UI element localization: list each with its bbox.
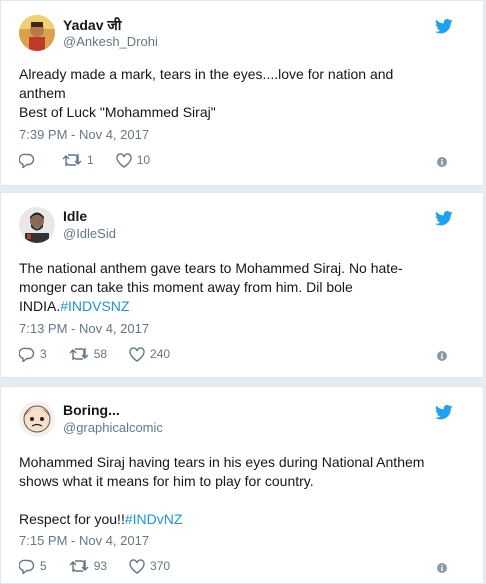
- tweet-card[interactable]: Boring... @graphicalcomic Mohammed Siraj…: [0, 386, 484, 584]
- user-handle[interactable]: @graphicalcomic: [63, 420, 163, 435]
- avatar[interactable]: [19, 207, 55, 243]
- tweet-card[interactable]: Yadav जी @Ankesh_Drohi Already made a ma…: [0, 0, 484, 186]
- hashtag-link[interactable]: #INDvNZ: [125, 511, 183, 527]
- tweet-text-fragment: Respect for you!!: [19, 511, 125, 527]
- twitter-bird-icon[interactable]: [435, 19, 453, 34]
- tweet-text-line: shows what it means for him to play for …: [19, 473, 314, 489]
- user-name[interactable]: Boring...: [63, 402, 120, 418]
- user-name[interactable]: Idle: [63, 208, 87, 224]
- reply-count: 3: [40, 347, 47, 361]
- retweet-icon: [69, 560, 89, 572]
- tweet-text-fragment: INDIA.: [19, 298, 61, 314]
- like-icon: [115, 152, 132, 168]
- reply-button[interactable]: 3: [19, 347, 47, 362]
- retweet-icon: [69, 348, 89, 360]
- reply-icon: [19, 559, 35, 574]
- like-button[interactable]: 10: [115, 152, 151, 168]
- reply-icon: [19, 347, 35, 362]
- reply-count: 5: [40, 559, 47, 573]
- twitter-bird-icon[interactable]: [435, 211, 453, 226]
- retweet-count: 58: [93, 347, 108, 361]
- twitter-bird-icon[interactable]: [435, 405, 453, 420]
- retweet-button[interactable]: 58: [69, 347, 107, 361]
- tweet-text-line: anthem: [19, 85, 66, 101]
- like-icon: [129, 558, 145, 574]
- tweet-actions: 5 93 370: [19, 557, 192, 575]
- tweet-text-line: Best of Luck "Mohammed Siraj": [19, 104, 216, 120]
- tweet-actions: 3 58 240: [19, 345, 192, 363]
- tweet-timestamp[interactable]: 7:39 PM - Nov 4, 2017: [19, 127, 149, 142]
- like-button[interactable]: 240: [129, 346, 171, 362]
- like-button[interactable]: 370: [129, 558, 171, 574]
- tweet-text-line: The national anthem gave tears to Mohamm…: [19, 260, 403, 276]
- tweet-text-line: Respect for you!!#INDvNZ: [19, 510, 465, 529]
- retweet-button[interactable]: 93: [69, 559, 107, 573]
- info-icon[interactable]: [437, 563, 447, 573]
- tweet-timestamp[interactable]: 7:15 PM - Nov 4, 2017: [19, 533, 149, 548]
- like-count: 240: [150, 347, 171, 361]
- info-icon[interactable]: [437, 157, 447, 167]
- hashtag-link[interactable]: #INDVSNZ: [60, 298, 129, 314]
- tweet-text-line: monger can take this moment away from hi…: [19, 279, 353, 295]
- retweet-icon: [62, 154, 82, 166]
- tweet-actions: 1 10: [19, 151, 172, 169]
- tweet-text: The national anthem gave tears to Mohamm…: [19, 259, 465, 316]
- like-count: 370: [150, 559, 171, 573]
- tweet-text-line: [19, 491, 465, 510]
- tweet-text-line: Mohammed Siraj having tears in his eyes …: [19, 454, 425, 470]
- reply-button[interactable]: [19, 153, 40, 168]
- user-handle[interactable]: @Ankesh_Drohi: [63, 34, 158, 49]
- user-name[interactable]: Yadav जी: [63, 16, 121, 35]
- tweet-text: Mohammed Siraj having tears in his eyes …: [19, 453, 465, 529]
- reply-icon: [19, 153, 35, 168]
- tweet-card[interactable]: Idle @IdleSid The national anthem gave t…: [0, 192, 484, 378]
- tweet-timestamp[interactable]: 7:13 PM - Nov 4, 2017: [19, 321, 149, 336]
- tweet-text: Already made a mark, tears in the eyes..…: [19, 65, 465, 122]
- like-count: 10: [136, 153, 151, 167]
- retweet-button[interactable]: 1: [62, 153, 94, 167]
- like-icon: [129, 346, 145, 362]
- reply-button[interactable]: 5: [19, 559, 47, 574]
- retweet-count: 1: [87, 153, 94, 167]
- avatar[interactable]: [19, 15, 55, 51]
- avatar[interactable]: [19, 401, 55, 437]
- tweet-text-line: Already made a mark, tears in the eyes..…: [19, 66, 394, 82]
- retweet-count: 93: [93, 559, 108, 573]
- user-handle[interactable]: @IdleSid: [63, 226, 116, 241]
- tweet-text-line: INDIA.#INDVSNZ: [19, 297, 465, 316]
- info-icon[interactable]: [437, 351, 447, 361]
